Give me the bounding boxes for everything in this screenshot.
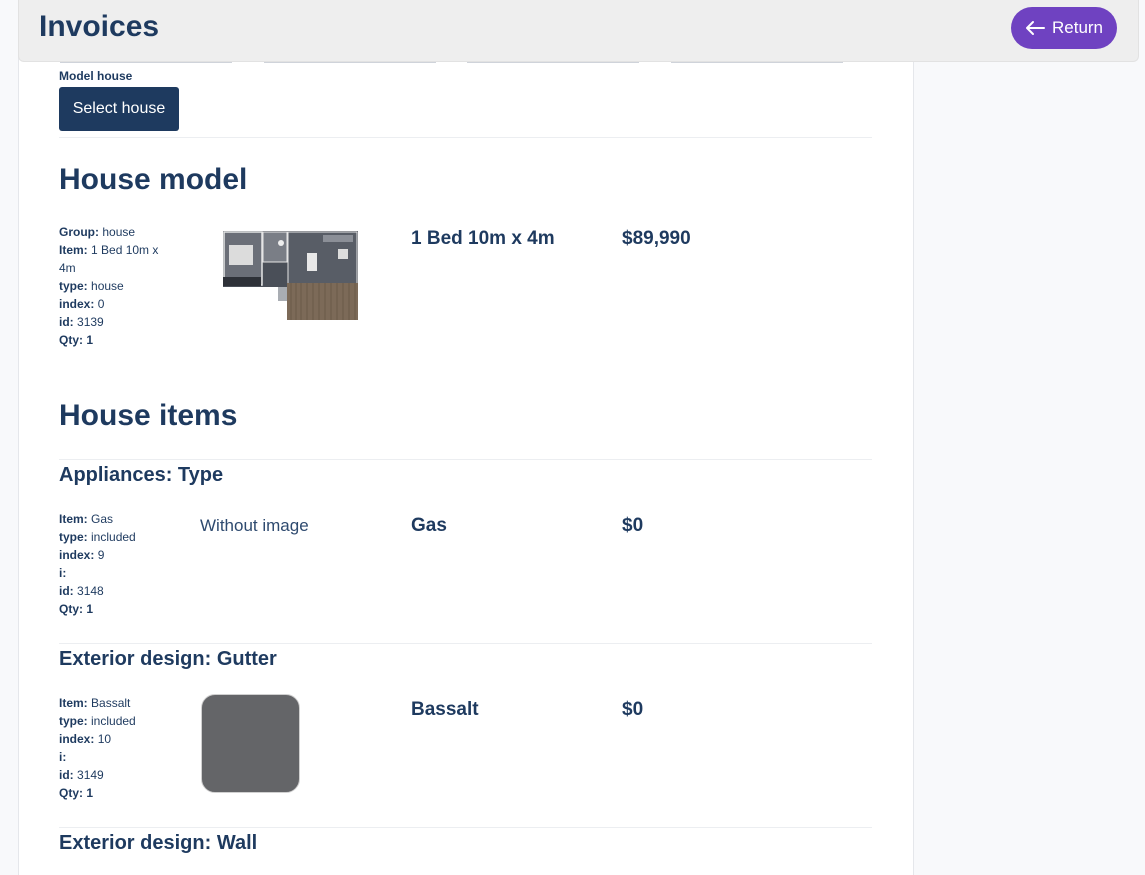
meta-row: id: 3148 bbox=[59, 584, 104, 598]
meta-row: type: included bbox=[59, 530, 136, 544]
divider bbox=[59, 137, 872, 138]
house-model-heading: House model bbox=[59, 163, 248, 196]
meta-row: Qty: 1 bbox=[59, 786, 94, 800]
item-title-appliances: Appliances: Type bbox=[59, 464, 224, 486]
item-title-gutter: Exterior design: Gutter bbox=[59, 648, 277, 670]
house-model-price: $89,990 bbox=[622, 228, 691, 249]
floorplan-image bbox=[223, 231, 358, 320]
gutter-color-swatch bbox=[201, 694, 300, 793]
item-meta-gutter: Item: Bassalt type: included index: 10 i… bbox=[59, 694, 171, 802]
meta-row: Qty: 1 bbox=[59, 333, 94, 347]
meta-row: Item: Bassalt bbox=[59, 696, 131, 710]
meta-row: id: 3149 bbox=[59, 768, 104, 782]
meta-row: Qty: 1 bbox=[59, 602, 94, 616]
meta-row: index: 0 bbox=[59, 297, 105, 311]
meta-row: id: 3139 bbox=[59, 315, 104, 329]
meta-row: index: 10 bbox=[59, 732, 112, 746]
meta-row: type: house bbox=[59, 279, 124, 293]
house-items-heading: House items bbox=[59, 399, 238, 432]
divider bbox=[59, 459, 872, 460]
divider bbox=[59, 643, 872, 644]
item-price-appliances: $0 bbox=[622, 515, 644, 536]
item-name-appliances: Gas bbox=[411, 515, 447, 536]
house-model-name: 1 Bed 10m x 4m bbox=[411, 228, 555, 249]
page-title: Invoices bbox=[39, 10, 160, 43]
meta-row: Group: house bbox=[59, 225, 136, 239]
top-header: Invoices Return bbox=[18, 0, 1139, 62]
meta-row: i: bbox=[59, 566, 67, 580]
meta-row: index: 9 bbox=[59, 548, 105, 562]
divider bbox=[59, 827, 872, 828]
without-image-text: Without image bbox=[200, 516, 309, 535]
model-house-label: Model house bbox=[59, 69, 133, 83]
house-model-meta: Group: house Item: 1 Bed 10m x 4m type: … bbox=[59, 223, 171, 349]
meta-row: type: included bbox=[59, 714, 136, 728]
return-button-label: Return bbox=[1051, 18, 1104, 37]
arrow-left-icon bbox=[1025, 21, 1045, 35]
select-house-button[interactable]: Select house bbox=[59, 87, 179, 131]
item-title-wall: Exterior design: Wall bbox=[59, 832, 258, 854]
meta-row: Item: 1 Bed 10m x 4m bbox=[59, 243, 159, 275]
item-price-gutter: $0 bbox=[622, 699, 644, 720]
meta-row: i: bbox=[59, 750, 67, 764]
meta-row: Item: Gas bbox=[59, 512, 114, 526]
return-button[interactable]: Return bbox=[1011, 7, 1117, 49]
item-meta-appliances: Item: Gas type: included index: 9 i: id:… bbox=[59, 510, 171, 618]
item-name-gutter: Bassalt bbox=[411, 699, 479, 720]
